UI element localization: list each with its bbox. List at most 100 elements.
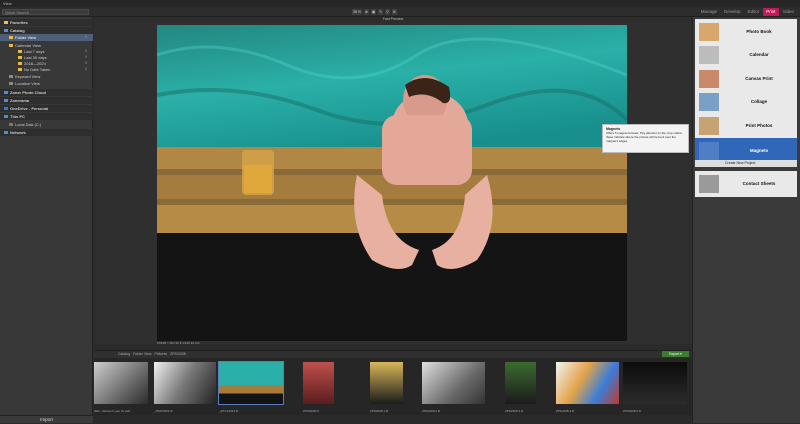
thumbnail[interactable]	[154, 362, 216, 404]
search-input[interactable]: Quick Search	[2, 9, 89, 15]
sidebar-item-count: 0	[85, 35, 87, 39]
sidebar-item[interactable]: Zoner Photo Cloud	[0, 89, 93, 96]
thumbnail-label: ZPS2408.1.tif	[370, 409, 389, 413]
status-bar	[94, 415, 692, 423]
thumbnail-label: ZPS2408.4.tif	[556, 409, 575, 413]
zoom-level[interactable]: 38 %	[352, 9, 362, 15]
print-card[interactable]: Collage	[695, 89, 797, 115]
folder-icon	[18, 68, 22, 72]
thumbnail-label: ZPS2408.2.tif	[422, 409, 441, 413]
sidebar-item-count: 0	[85, 67, 87, 71]
print-card-label: Print Photos	[745, 123, 773, 128]
print-card-thumbnail	[699, 46, 719, 64]
folder-icon	[4, 91, 8, 95]
thumbnail-label: ZPS2408.5.tif	[623, 409, 642, 413]
tooltip-body: Offers 5 magnet formats. Pay attention t…	[606, 131, 683, 143]
thumbnail-label: IMG - Retouch your fix web	[94, 409, 131, 413]
sidebar-item-label: Folder View	[15, 35, 37, 40]
thumbnail[interactable]	[303, 362, 334, 404]
folder-icon	[18, 56, 22, 60]
create-new-project-button[interactable]: Create New Project	[695, 160, 797, 167]
breadcrumb: Catalog Folder View Pictures ZPS/2008	[118, 351, 186, 357]
tab-develop[interactable]: Develop	[721, 8, 744, 16]
sidebar-item-label: This PC	[10, 114, 25, 119]
sidebar-item[interactable]: Location View	[0, 80, 93, 87]
print-card-label: Collage	[750, 99, 768, 104]
folder-icon	[4, 131, 8, 135]
search-icon[interactable]: ⚲	[385, 9, 390, 15]
folder-icon	[9, 44, 13, 48]
magnets-tooltip: Magnets Offers 5 magnet formats. Pay att…	[602, 124, 689, 153]
sidebar-item-label: Location View	[15, 81, 40, 86]
sidebar-item[interactable]: Folder View 0	[0, 34, 93, 41]
thumbnail[interactable]	[505, 362, 536, 404]
print-card[interactable]: Calendar	[695, 42, 797, 68]
thumbnail-label: ZPS2408.tif	[303, 409, 319, 413]
sidebar-item-label: No Date Taken	[24, 67, 51, 72]
sidebar-item-label: Zonerama	[10, 98, 30, 103]
print-card-thumbnail	[699, 117, 719, 135]
folder-icon	[4, 107, 8, 111]
sidebar-item-label: Catalog	[10, 28, 25, 33]
zoom-toolbar: 38 % ⊕ ▣ ✎ ⚲ ⚙	[352, 9, 414, 15]
sidebar-item[interactable]: OneDrive - Personal	[0, 105, 93, 112]
sidebar-item[interactable]: Network	[0, 129, 93, 136]
sidebar-item[interactable]: Zonerama	[0, 97, 93, 104]
folder-icon	[9, 36, 13, 40]
print-card-thumbnail	[699, 70, 719, 88]
folder-icon	[9, 75, 13, 79]
sidebar-item[interactable]: Local Disk (C:)	[0, 121, 93, 128]
sidebar-item[interactable]: No Date Taken 0	[0, 66, 93, 73]
folder-icon	[4, 115, 8, 119]
sidebar-item-label: Network	[10, 130, 26, 135]
print-card-thumbnail	[699, 93, 719, 111]
print-card-label: Contact Sheets	[742, 181, 776, 186]
import-button[interactable]: Import	[0, 415, 93, 423]
thumbnail[interactable]	[94, 362, 148, 404]
print-card-thumbnail	[699, 23, 719, 41]
crumb-folder[interactable]: ZPS/2008	[170, 351, 186, 357]
photo-info: 5784/6 × ISO f/2.8 1/125 24 mm	[157, 341, 200, 345]
folder-icon	[4, 21, 8, 25]
thumbnail[interactable]	[556, 362, 619, 404]
sidebar-item-label: Keyword View	[15, 74, 41, 79]
crumb-folder-view[interactable]: Folder View	[133, 351, 151, 357]
folder-icon	[9, 123, 13, 127]
zoom-in-icon[interactable]: ⊕	[363, 9, 369, 15]
crumb-catalog[interactable]: Catalog	[118, 351, 130, 357]
sidebar-item[interactable]: Catalog	[0, 27, 93, 34]
fit-icon[interactable]: ▣	[370, 9, 377, 15]
folder-icon	[18, 50, 22, 54]
thumbnail[interactable]	[422, 362, 485, 404]
main-photo	[157, 25, 627, 341]
tab-manage[interactable]: Manage	[698, 8, 720, 16]
sidebar-item-label: Favorites	[10, 20, 28, 25]
mode-tabs: Manage Develop Editor Print Video	[698, 8, 797, 16]
folder-icon	[18, 62, 22, 66]
sidebar-item[interactable]: Keyword View	[0, 73, 93, 80]
settings-icon[interactable]: ⚙	[391, 9, 397, 15]
crumb-pictures[interactable]: Pictures	[155, 351, 168, 357]
tab-video[interactable]: Video	[780, 8, 797, 16]
thumbnail[interactable]	[623, 362, 687, 404]
edit-icon[interactable]: ✎	[378, 9, 384, 15]
print-card-thumbnail	[699, 142, 719, 160]
tab-editor[interactable]: Editor	[745, 8, 763, 16]
folder-icon	[4, 99, 8, 103]
export-button[interactable]: Export ▾	[662, 351, 689, 357]
folder-icon	[9, 82, 13, 86]
print-card[interactable]: Contact Sheets	[695, 171, 797, 197]
thumbnail-label: _ETC12342.tif	[219, 409, 239, 413]
print-card[interactable]: Print Photos	[695, 113, 797, 139]
thumbnail[interactable]	[370, 362, 403, 404]
sidebar-item-label: Local Disk (C:)	[15, 122, 42, 127]
print-card-label: Calendar	[749, 52, 769, 57]
thumbnail-label: _P9237823.tif	[154, 409, 173, 413]
viewer-title: Fast Preview	[94, 17, 692, 22]
print-card-thumbnail	[699, 175, 719, 193]
thumbnail[interactable]	[218, 361, 284, 405]
folder-icon	[4, 29, 8, 33]
sidebar-item[interactable]: This PC	[0, 113, 93, 120]
tab-print[interactable]: Print	[763, 8, 779, 16]
sidebar-item[interactable]: Favorites	[0, 19, 93, 26]
